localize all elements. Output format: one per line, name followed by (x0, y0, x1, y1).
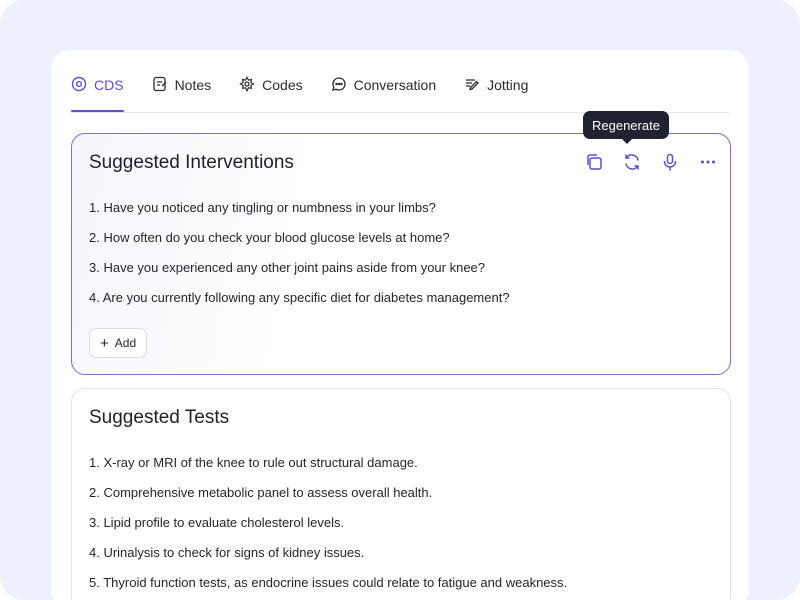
cds-icon (71, 76, 87, 95)
codes-icon (239, 75, 255, 95)
tab-label: CDS (94, 77, 124, 93)
card-actions (582, 150, 720, 174)
list-item: 4. Urinalysis to check for signs of kidn… (89, 545, 365, 560)
list-item: 3. Lipid profile to evaluate cholesterol… (89, 515, 345, 530)
tab-label: Codes (262, 77, 303, 93)
add-label: Add (114, 336, 137, 350)
regenerate-tooltip: Regenerate (583, 111, 669, 144)
regenerate-button[interactable] (620, 150, 644, 174)
suggested-interventions-card: Suggested Interventions 1. Have you noti… (71, 133, 731, 375)
tab-codes[interactable]: Codes (239, 74, 303, 110)
add-button[interactable]: + Add (89, 328, 148, 358)
microphone-icon (663, 153, 677, 171)
copy-icon (587, 154, 602, 170)
interventions-list: 1. Have you noticed any tingling or numb… (89, 200, 713, 320)
list-item: 2. How often do you check your blood glu… (89, 230, 450, 245)
refresh-icon (625, 154, 639, 170)
list-item: 5. Thyroid function tests, as endocrine … (89, 575, 568, 590)
tab-label: Notes (174, 77, 212, 93)
tab-cds[interactable]: CDS (71, 74, 124, 112)
tab-conversation[interactable]: Conversation (331, 74, 437, 110)
microphone-button[interactable] (658, 150, 682, 174)
list-item: 1. X-ray or MRI of the knee to rule out … (89, 455, 418, 470)
tab-notes[interactable]: Notes (152, 74, 212, 110)
tooltip-text: Regenerate (592, 117, 660, 133)
tab-label: Conversation (353, 77, 437, 93)
list-item: 3. Have you experienced any other joint … (89, 260, 486, 275)
list-item: 1. Have you noticed any tingling or numb… (89, 200, 436, 215)
tab-bar: CDS Notes Codes Conversation Jotting (71, 74, 729, 113)
more-icon (701, 160, 715, 164)
notes-icon (152, 76, 168, 95)
tests-list: 1. X-ray or MRI of the knee to rule out … (89, 455, 713, 600)
copy-button[interactable] (582, 150, 606, 174)
conversation-icon (331, 76, 347, 95)
app-frame: CDS Notes Codes Conversation Jotting Sug… (0, 0, 800, 600)
card-title: Suggested Tests (89, 407, 230, 428)
card-title: Suggested Interventions (89, 152, 294, 173)
tab-label: Jotting (487, 77, 529, 93)
jotting-icon (464, 76, 480, 95)
suggested-tests-card: Suggested Tests 1. X-ray or MRI of the k… (71, 388, 731, 600)
list-item: 2. Comprehensive metabolic panel to asse… (89, 485, 433, 500)
list-item: 4. Are you currently following any speci… (89, 290, 510, 305)
tab-jotting[interactable]: Jotting (464, 74, 528, 110)
plus-icon: + (100, 334, 109, 352)
more-options-button[interactable] (696, 150, 720, 174)
